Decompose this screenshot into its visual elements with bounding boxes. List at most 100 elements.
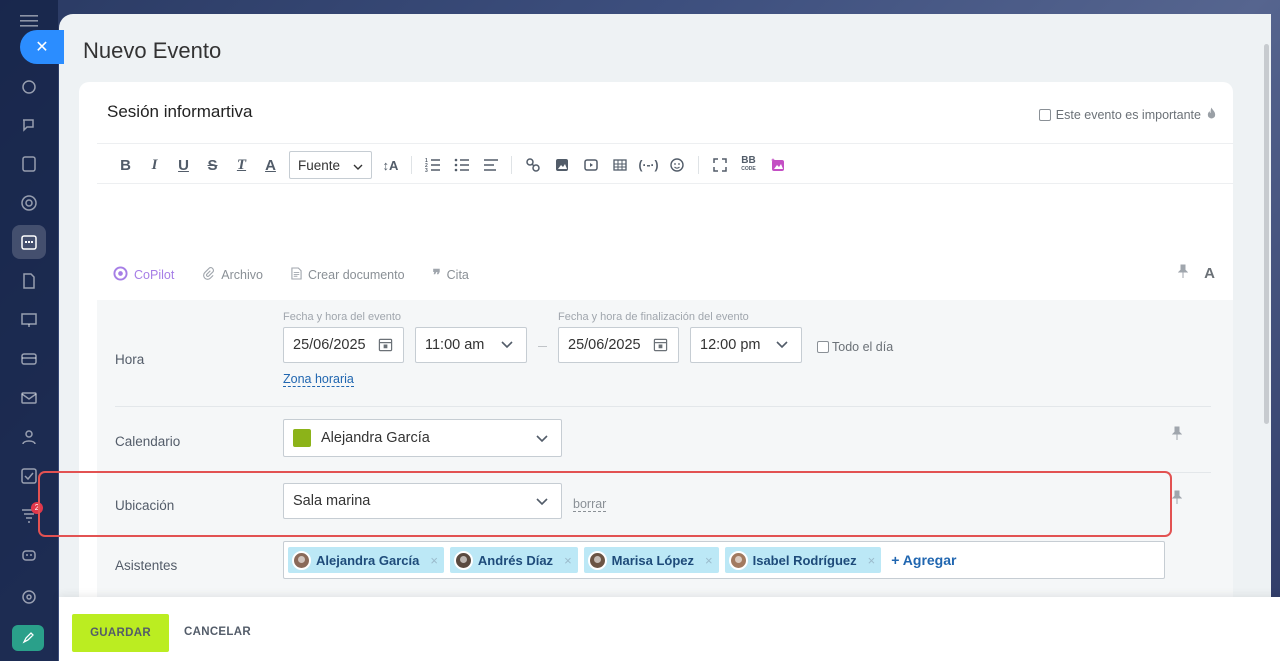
start-time-value: 11:00 am	[425, 337, 485, 353]
remove-attendee-icon[interactable]: ×	[705, 553, 713, 568]
close-slider-button[interactable]: ✕	[20, 30, 64, 64]
location-label: Ubicación	[115, 498, 175, 513]
card-icon[interactable]	[12, 342, 46, 376]
attendee-chip[interactable]: Andrés Díaz ×	[449, 547, 578, 573]
feed-icon[interactable]	[12, 147, 46, 181]
pin-icon[interactable]	[1177, 264, 1189, 282]
quote-button[interactable]: ❞ Cita	[433, 266, 469, 284]
bbcode-icon[interactable]: BB CODE	[734, 151, 763, 179]
tasks-icon[interactable]	[12, 459, 46, 493]
bullet-list-icon[interactable]	[447, 151, 476, 179]
attendee-chip[interactable]: Isabel Rodríguez ×	[724, 547, 882, 573]
mail-icon[interactable]	[12, 381, 46, 415]
avatar	[292, 550, 311, 570]
attendee-chip[interactable]: Alejandra García ×	[288, 547, 444, 573]
robot-icon[interactable]	[12, 537, 46, 571]
clear-location-link[interactable]: borrar	[573, 497, 607, 512]
text-color-icon[interactable]: A	[256, 151, 285, 179]
video-icon[interactable]	[576, 151, 605, 179]
close-icon: ✕	[35, 39, 49, 56]
underline-icon[interactable]: U	[169, 151, 198, 179]
document-icon	[291, 267, 302, 283]
all-day-toggle[interactable]: Todo el día	[817, 340, 893, 354]
end-date-field[interactable]: 25/06/2025	[558, 327, 679, 363]
docs-icon[interactable]	[12, 264, 46, 298]
description-editor[interactable]	[97, 184, 1233, 264]
copilot-button[interactable]: CoPilot	[113, 266, 174, 284]
create-document-button[interactable]: Crear documento	[291, 267, 405, 283]
important-toggle[interactable]: Este evento es importante	[1038, 106, 1217, 123]
important-checkbox[interactable]	[1038, 108, 1051, 121]
calendar-select[interactable]: Alejandra García	[283, 419, 562, 457]
fullscreen-icon[interactable]	[705, 151, 734, 179]
file-button[interactable]: Archivo	[202, 267, 263, 283]
attendee-name: Isabel Rodríguez	[752, 552, 857, 568]
calendar-small-icon[interactable]	[378, 337, 393, 356]
start-time-select[interactable]: 11:00 am	[415, 327, 527, 363]
strikethrough-icon[interactable]: S	[198, 151, 227, 179]
calendar-small-icon[interactable]	[653, 337, 668, 356]
cancel-button[interactable]: CANCELAR	[184, 626, 251, 638]
end-time-select[interactable]: 12:00 pm	[690, 327, 802, 363]
copilot-label: CoPilot	[134, 268, 175, 282]
board-icon[interactable]	[12, 303, 46, 337]
toolbar-separator	[698, 156, 699, 174]
all-day-label: Todo el día	[832, 340, 894, 354]
start-date-field[interactable]: 25/06/2025	[283, 327, 404, 363]
attendees-field[interactable]: Alejandra García × Andrés Díaz × Marisa …	[283, 541, 1165, 579]
file-label: Archivo	[221, 268, 263, 282]
remove-attendee-icon[interactable]: ×	[868, 553, 876, 568]
ai-image-icon[interactable]	[763, 151, 792, 179]
save-button[interactable]: GUARDAR	[72, 614, 169, 652]
attachment-row: CoPilot Archivo Crear documento ❞ Cita	[113, 266, 469, 284]
form-footer: GUARDAR CANCELAR	[59, 597, 1280, 661]
notification-badge: 2	[31, 502, 43, 514]
paperclip-icon	[202, 267, 215, 283]
all-day-checkbox[interactable]	[817, 341, 829, 353]
image-icon[interactable]	[547, 151, 576, 179]
remove-attendee-icon[interactable]: ×	[564, 553, 572, 568]
event-settings-section: Hora Fecha y hora del evento Fecha y hor…	[97, 300, 1233, 642]
chevron-down-icon	[535, 494, 549, 508]
table-icon[interactable]	[605, 151, 634, 179]
link-icon[interactable]	[518, 151, 547, 179]
location-select[interactable]: Sala marina	[283, 483, 562, 519]
calendar-value: Alejandra García	[321, 430, 430, 446]
messages-icon[interactable]	[12, 108, 46, 142]
font-select[interactable]: Fuente	[289, 151, 372, 179]
clear-format-icon[interactable]: T	[227, 151, 256, 179]
add-attendee-link[interactable]: + Agregar	[891, 552, 956, 568]
flame-icon	[1206, 106, 1217, 123]
editor-options: A	[1177, 264, 1215, 282]
rocket-icon[interactable]	[12, 625, 44, 651]
svg-text:3: 3	[425, 168, 428, 173]
important-label: Este evento es importante	[1055, 107, 1201, 122]
contacts-icon[interactable]	[12, 420, 46, 454]
numbered-list-icon[interactable]: 123	[418, 151, 447, 179]
attendee-chip[interactable]: Marisa López ×	[583, 547, 719, 573]
quote-icon: ❞	[432, 267, 441, 284]
menu-icon[interactable]	[20, 14, 38, 28]
scrollbar[interactable]	[1264, 44, 1269, 424]
pin-icon[interactable]	[1171, 490, 1184, 504]
font-select-value: Fuente	[298, 157, 341, 173]
pin-icon[interactable]	[1171, 426, 1184, 440]
timezone-link[interactable]: Zona horaria	[283, 372, 354, 387]
page-title: Nuevo Evento	[83, 38, 222, 63]
chevron-down-icon	[353, 158, 363, 173]
font-size-icon[interactable]: ↕A	[376, 151, 405, 179]
calendar-icon[interactable]	[12, 225, 46, 259]
chevron-down-icon	[775, 337, 789, 351]
code-icon[interactable]: (·-·)	[634, 151, 663, 179]
funnel-icon[interactable]: 2	[12, 498, 46, 532]
collab-icon[interactable]	[12, 186, 46, 220]
remove-attendee-icon[interactable]: ×	[430, 553, 438, 568]
emoji-icon[interactable]	[663, 151, 692, 179]
bold-icon[interactable]: B	[111, 151, 140, 179]
text-format-icon[interactable]: A	[1204, 265, 1215, 282]
italic-icon[interactable]: I	[140, 151, 169, 179]
chat-bubble-icon[interactable]	[12, 70, 46, 104]
event-name-input[interactable]: Sesión informartiva	[107, 102, 253, 122]
align-icon[interactable]	[476, 151, 505, 179]
settings-icon[interactable]	[12, 580, 46, 614]
